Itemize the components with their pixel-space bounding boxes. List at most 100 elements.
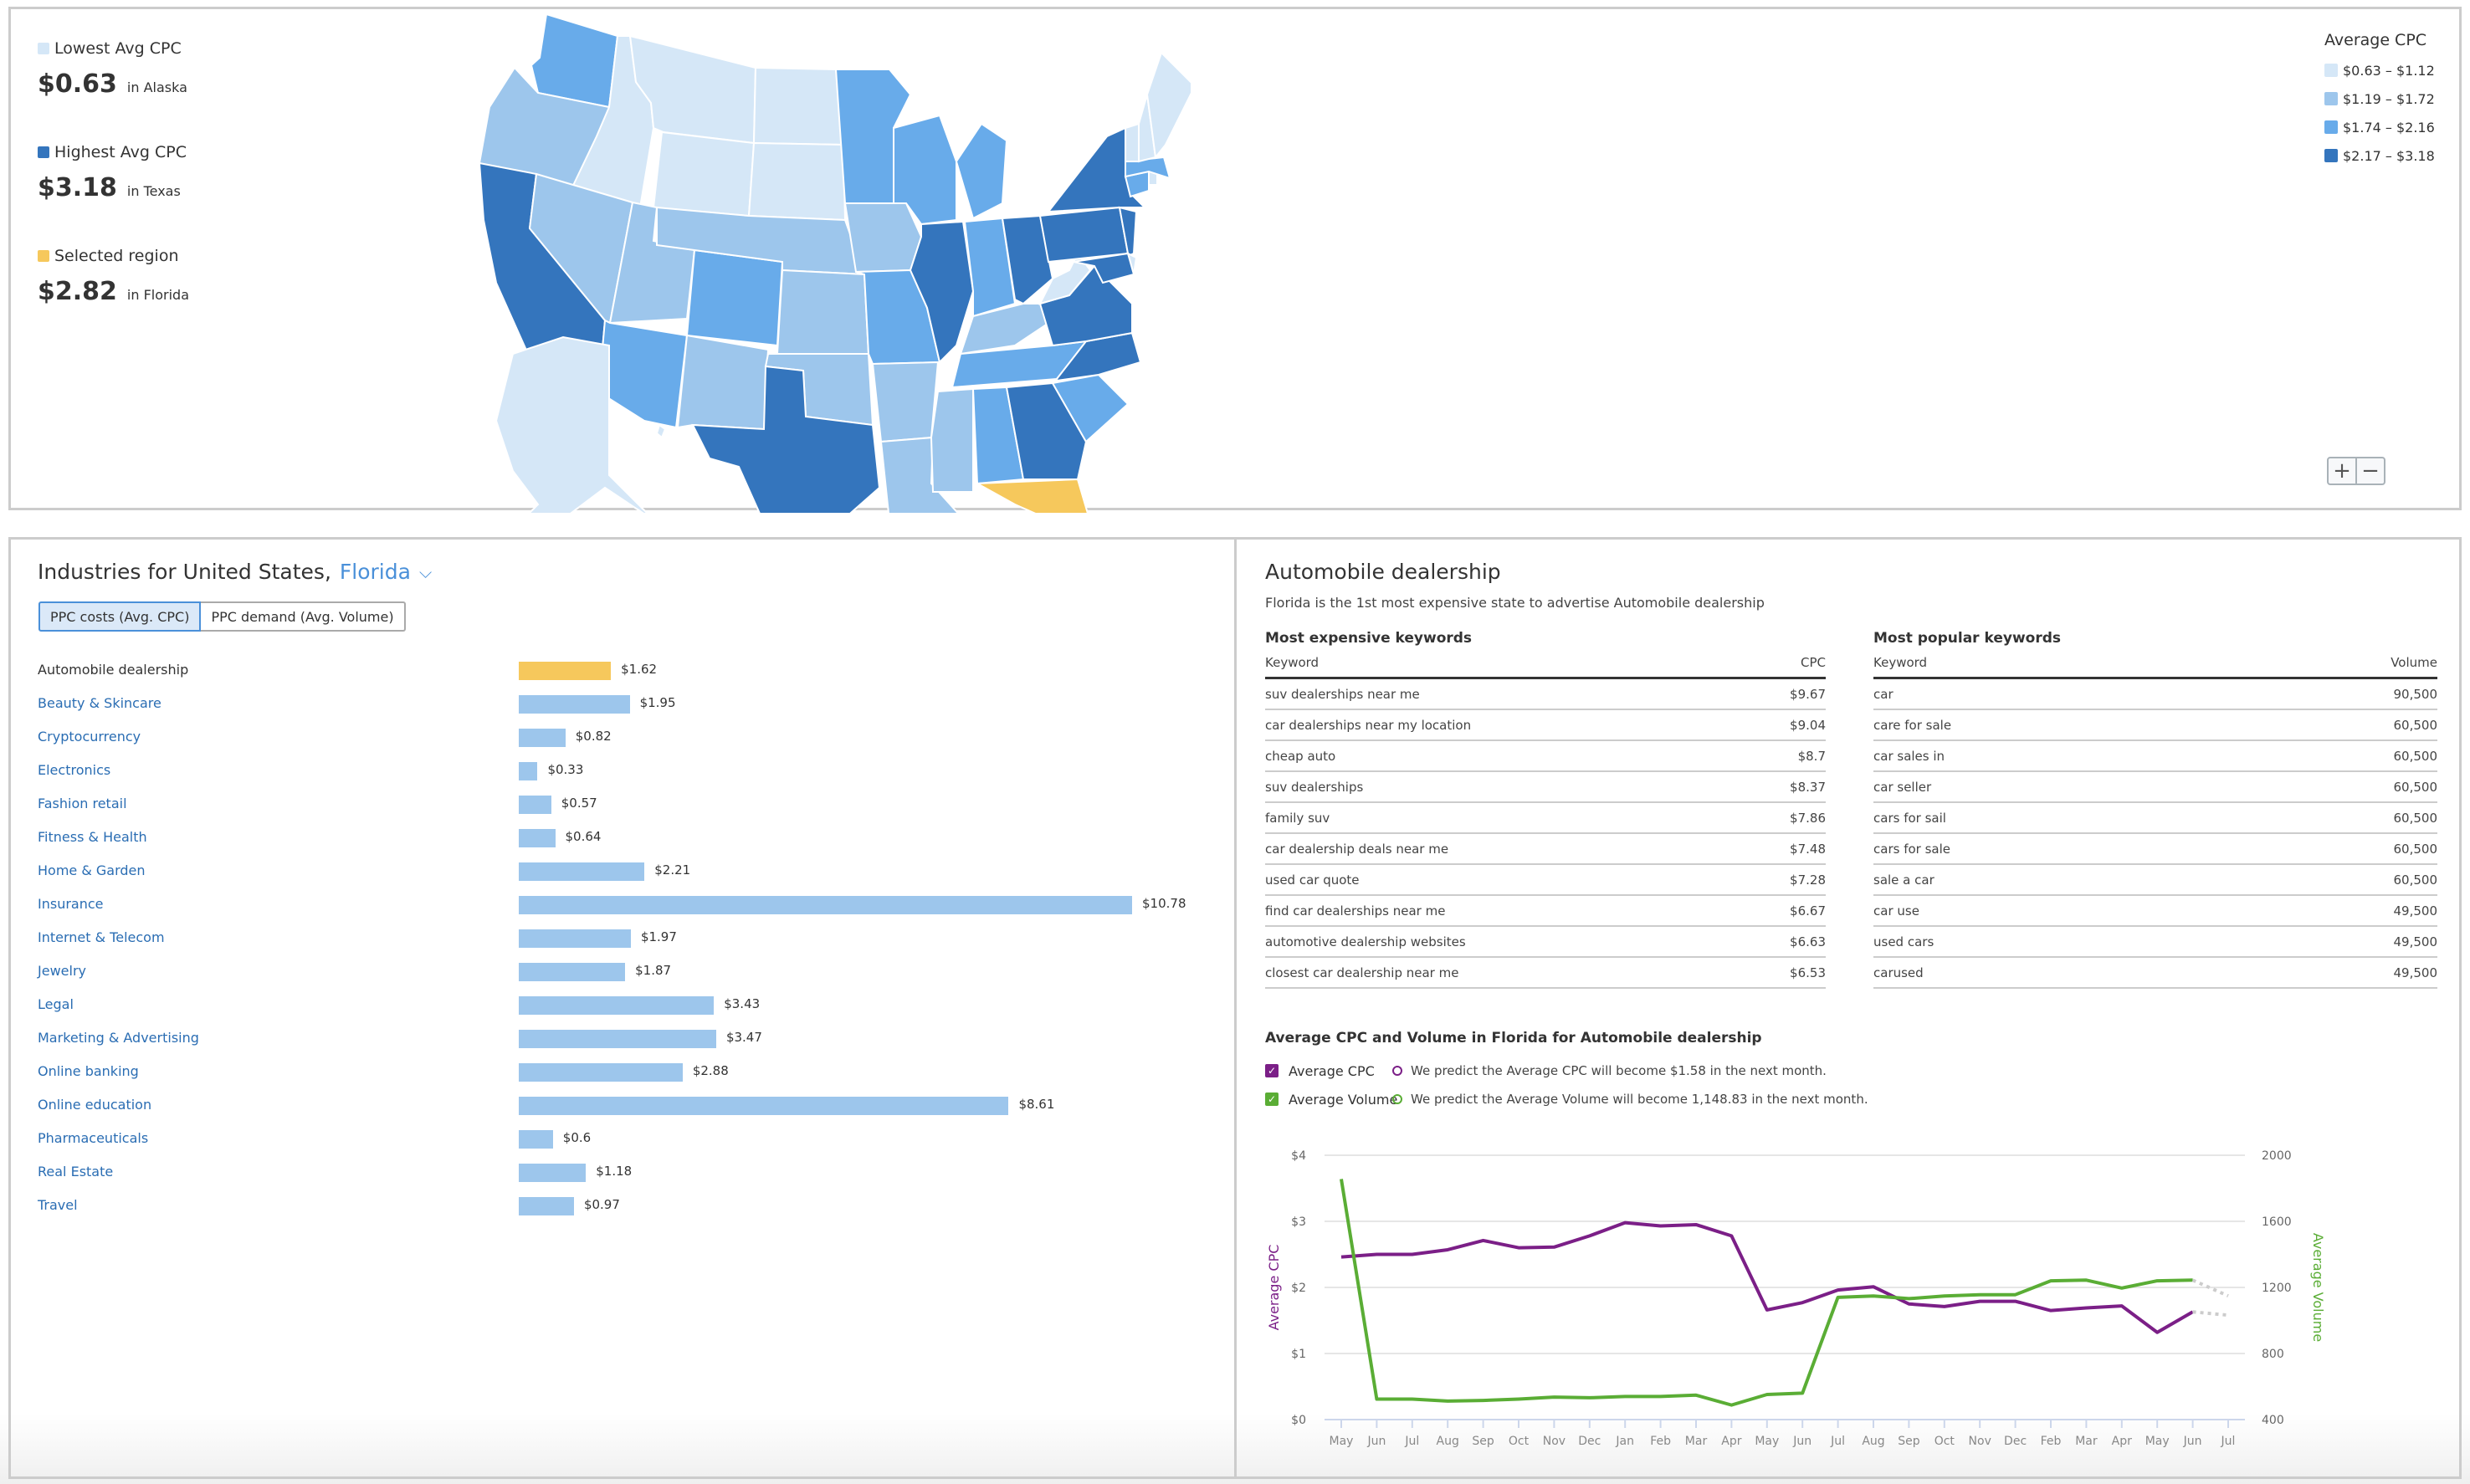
legend-label: $2.17 – $3.18 [2343, 147, 2435, 164]
industry-link[interactable]: Online education [38, 1097, 151, 1113]
industry-bar[interactable] [519, 896, 1132, 914]
keyword-cell: car seller [1873, 779, 1932, 795]
state-mi[interactable] [955, 122, 1008, 220]
keyword-cell: suv dealerships [1265, 779, 1364, 795]
y-tick-label: $0 [1291, 1414, 1306, 1427]
x-tick-label: Nov [1969, 1435, 1991, 1448]
industry-link[interactable]: Fashion retail [38, 796, 127, 811]
state-ks[interactable] [776, 269, 870, 355]
industry-link: Automobile dealership [38, 662, 189, 678]
industry-link[interactable]: Pharmaceuticals [38, 1130, 148, 1146]
industry-link[interactable]: Marketing & Advertising [38, 1030, 199, 1046]
state-hi[interactable] [655, 423, 667, 439]
keyword-cell: automotive dealership websites [1265, 934, 1466, 949]
x-tick-label: Oct [1509, 1435, 1530, 1448]
selected-where: in Florida [126, 287, 189, 303]
state-co[interactable] [685, 248, 784, 347]
tab-ppc-demand[interactable]: PPC demand (Avg. Volume) [201, 601, 406, 632]
industry-row: Cryptocurrency $0.82 [38, 722, 1226, 755]
legend-volume-label: Average Volume [1289, 1091, 1398, 1108]
industry-link[interactable]: Jewelry [38, 963, 86, 979]
industry-link[interactable]: Beauty & Skincare [38, 695, 161, 711]
lowest-label: Lowest Avg CPC [54, 39, 182, 58]
state-ar[interactable] [871, 361, 940, 443]
legend-toggle-volume[interactable]: ✓ Average Volume [1265, 1085, 1397, 1113]
table-row: car dealership deals near me $7.48 [1265, 834, 1826, 865]
region-dropdown[interactable]: Florida [340, 560, 411, 584]
industry-row: Real Estate $1.18 [38, 1157, 1226, 1190]
keyword-cell: used cars [1873, 934, 1934, 949]
cpc-volume-line-chart[interactable]: $0 400 $1 800 $2 1200 $3 1600 $4 2000 May Jun Jul Aug… [1237, 1117, 2458, 1468]
industry-bar[interactable] [519, 1197, 574, 1215]
industry-link[interactable]: Online banking [38, 1063, 139, 1079]
industry-bar-label: $1.95 [639, 695, 676, 710]
state-ms[interactable] [930, 387, 974, 493]
value-cell: $6.63 [1790, 934, 1826, 949]
industry-bar[interactable] [519, 1130, 553, 1149]
state-sd[interactable] [747, 141, 847, 222]
lowest-cpc-stat: Lowest Avg CPC $0.63 in Alaska [38, 39, 187, 99]
value-cell: $9.04 [1790, 717, 1826, 733]
keyword-cell: car sales in [1873, 748, 1945, 764]
state-wa[interactable] [530, 13, 619, 109]
industry-bar[interactable] [519, 695, 630, 714]
highest-value: $3.18 [38, 173, 117, 202]
zoom-in-button[interactable]: + [2329, 458, 2355, 484]
legend-cpc-label: Average CPC [1289, 1062, 1375, 1079]
industry-bar[interactable] [519, 1164, 587, 1182]
industry-bar[interactable] [519, 963, 626, 981]
selected-label: Selected region [54, 247, 179, 265]
table-row: cars for sale 60,500 [1873, 834, 2437, 865]
industry-link[interactable]: Electronics [38, 762, 110, 778]
y2-tick-label: 400 [2262, 1414, 2284, 1427]
industry-bar[interactable] [519, 796, 551, 814]
industry-link[interactable]: Home & Garden [38, 862, 146, 878]
zoom-out-button[interactable]: − [2355, 458, 2384, 484]
state-me[interactable] [1145, 51, 1191, 160]
checkbox-checked-icon[interactable]: ✓ [1265, 1093, 1279, 1106]
industry-link[interactable]: Legal [38, 996, 74, 1012]
state-nd[interactable] [752, 66, 845, 146]
industry-bar[interactable] [519, 862, 645, 881]
industry-bar[interactable] [519, 829, 556, 847]
industry-link[interactable]: Travel [38, 1197, 78, 1213]
table-row: cheap auto $8.7 [1265, 741, 1826, 772]
industry-row: Fashion retail $0.57 [38, 789, 1226, 822]
state-nm[interactable] [676, 334, 770, 431]
us-choropleth-map[interactable] [438, 3, 1191, 513]
tab-ppc-costs[interactable]: PPC costs (Avg. CPC) [38, 601, 202, 632]
industry-bar[interactable] [519, 1063, 683, 1082]
state-vt[interactable] [1125, 122, 1140, 162]
state-wy[interactable] [652, 130, 756, 217]
industry-link[interactable]: Real Estate [38, 1164, 113, 1180]
x-tick-label: Feb [2041, 1435, 2062, 1448]
legend-swatch [2324, 149, 2338, 162]
industry-bar[interactable] [519, 1030, 716, 1048]
table-row: suv dealerships near me $9.67 [1265, 679, 1826, 710]
industry-bar[interactable] [519, 762, 538, 780]
legend-label: $1.19 – $1.72 [2343, 90, 2435, 107]
forecast-ring-icon [1392, 1066, 1402, 1076]
state-pa[interactable] [1038, 206, 1130, 264]
industry-link[interactable]: Cryptocurrency [38, 729, 141, 745]
state-ia[interactable] [843, 202, 923, 274]
chevron-down-icon[interactable]: ⌵ [419, 562, 432, 582]
checkbox-checked-icon[interactable]: ✓ [1265, 1064, 1279, 1077]
industry-link[interactable]: Fitness & Health [38, 829, 147, 845]
industry-bar[interactable] [519, 929, 631, 948]
industry-bar[interactable] [519, 662, 612, 680]
industry-bar[interactable] [519, 996, 715, 1015]
keyword-cell: suv dealerships near me [1265, 686, 1420, 702]
volume-series-line[interactable] [1340, 1179, 2193, 1407]
y-tick-label: $4 [1291, 1149, 1306, 1163]
cpc-series-line[interactable] [1340, 1220, 2194, 1334]
y2-axis-title: Average Volume [2310, 1233, 2326, 1342]
forecast-volume: We predict the Average Volume will becom… [1392, 1085, 1868, 1113]
industry-row: Online education $8.61 [38, 1090, 1226, 1123]
legend-toggle-cpc[interactable]: ✓ Average CPC [1265, 1057, 1397, 1085]
industry-link[interactable]: Insurance [38, 896, 104, 912]
industry-link[interactable]: Internet & Telecom [38, 929, 165, 945]
industry-bar[interactable] [519, 1097, 1009, 1115]
industry-bar[interactable] [519, 729, 566, 747]
state-fl[interactable] [974, 478, 1115, 513]
